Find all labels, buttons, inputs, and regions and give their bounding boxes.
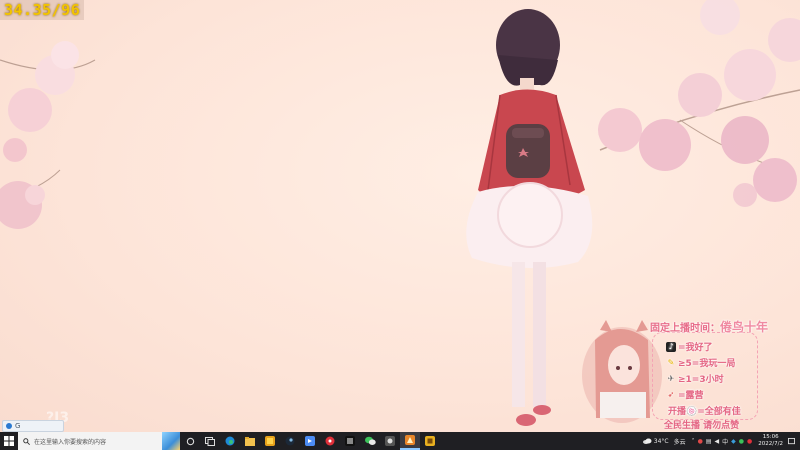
taskbar-app-button[interactable] xyxy=(300,432,320,450)
start-button[interactable] xyxy=(0,432,18,450)
system-tray: 34°C 多云 ˄ ● ▤ ◀ 中 ◆ ● ● 15:06 2022/7/2 xyxy=(642,432,800,450)
tray-app-icon[interactable]: ◆ xyxy=(731,438,736,445)
task-view-icon xyxy=(205,436,215,446)
fps-counter: 34.35/96 xyxy=(0,0,85,20)
taskbar-app-button[interactable] xyxy=(340,432,360,450)
clock-time: 15:06 xyxy=(762,434,779,440)
ime-indicator[interactable]: 中 xyxy=(722,437,728,446)
overlay-title-highlight: 倦鸟十年 xyxy=(720,320,769,334)
overlay-title: 固定上播时间：倦鸟十年 xyxy=(650,318,768,335)
overlay-line-text: =露营 xyxy=(678,391,704,401)
netease-music-icon xyxy=(325,436,335,446)
taskbar-app-button[interactable] xyxy=(380,432,400,450)
overlay-line-text: ≥5=我玩一局 xyxy=(678,359,736,369)
desktop: 34.35/96 ?J3 G 固定上播时间：倦鸟十年 ♪ =我好了 ✎ ≥5=我… xyxy=(0,0,800,432)
taskbar-app-button[interactable] xyxy=(260,432,280,450)
app-icon xyxy=(385,436,395,446)
weather-desc: 多云 xyxy=(673,438,686,446)
taskbar-app-button[interactable] xyxy=(360,432,380,450)
tiktok-icon: ♪ xyxy=(666,341,676,352)
taskbar-search-box[interactable]: 在这里输入你要搜索的内容 xyxy=(18,432,162,450)
notification-center-button[interactable] xyxy=(786,435,796,447)
file-explorer-icon xyxy=(245,436,255,446)
overlay-line: ✎ ≥5=我玩一局 xyxy=(666,356,736,369)
app-icon xyxy=(305,436,315,446)
network-icon[interactable]: ▤ xyxy=(706,438,712,445)
taskbar-app-button[interactable] xyxy=(200,432,220,450)
task-view-icon xyxy=(186,437,194,445)
overlay-title-prefix: 固定上播时间： xyxy=(650,323,720,334)
toast-text: G xyxy=(15,422,21,430)
weather-widget[interactable]: 34°C 多云 xyxy=(642,437,686,446)
overlay-line: ➶ =露营 xyxy=(666,388,704,401)
edge-icon xyxy=(225,436,235,446)
taskbar-app-button-active[interactable] xyxy=(400,432,420,450)
steam-icon xyxy=(265,436,275,446)
tray-app-icon[interactable]: ● xyxy=(747,438,752,445)
volume-icon[interactable]: ◀ xyxy=(715,438,720,445)
app-icon xyxy=(405,435,415,445)
microphone-icon[interactable]: ● xyxy=(698,438,703,445)
task-view-button[interactable] xyxy=(180,432,200,450)
rocket-icon: ➶ xyxy=(667,390,675,399)
overlay-gift-line: 开播🍥=全部有佳 xyxy=(668,407,741,417)
app-icon xyxy=(345,436,355,446)
taskbar-app-button[interactable] xyxy=(220,432,240,450)
taskbar-app-button[interactable] xyxy=(280,432,300,450)
steam-icon xyxy=(285,436,295,446)
weather-temp: 34°C xyxy=(653,437,669,445)
plane-icon: ✈ xyxy=(667,374,675,383)
overlay-line: ✈ ≥1=3小时 xyxy=(666,372,724,385)
taskbar-app-button[interactable] xyxy=(420,432,440,450)
taskbar: 在这里输入你要搜索的内容 34°C 多云 ˄ ● ▤ ◀ 中 ◆ ● ● 15:… xyxy=(0,432,800,450)
overlay-line-text: ≥1=3小时 xyxy=(678,375,724,385)
notification-icon xyxy=(787,437,795,444)
pencil-icon: ✎ xyxy=(667,358,675,367)
taskbar-clock[interactable]: 15:06 2022/7/2 xyxy=(758,434,783,448)
tray-app-icon[interactable]: ● xyxy=(739,438,744,445)
cloud-icon xyxy=(642,438,652,444)
tray-overflow-icon[interactable]: ˄ xyxy=(692,438,695,445)
app-icon xyxy=(425,436,435,446)
wechat-icon xyxy=(364,436,376,445)
search-icon xyxy=(23,437,30,445)
taskbar-app-button[interactable] xyxy=(320,432,340,450)
notification-toast[interactable]: G xyxy=(2,420,64,432)
windows-icon xyxy=(4,436,14,446)
stream-overlay: 固定上播时间：倦鸟十年 ♪ =我好了 ✎ ≥5=我玩一局 ✈ ≥1=3小时 ➶ … xyxy=(584,310,784,431)
overlay-footer: 全民生播 请勿点赞 xyxy=(664,421,740,431)
overlay-line: ♪ =我好了 xyxy=(666,340,713,353)
search-placeholder: 在这里输入你要搜索的内容 xyxy=(34,438,107,446)
overlay-line-text: =我好了 xyxy=(678,343,713,353)
app-icon xyxy=(6,423,12,429)
search-highlight-image[interactable] xyxy=(162,432,180,450)
taskbar-app-button[interactable] xyxy=(240,432,260,450)
clock-date: 2022/7/2 xyxy=(758,441,783,447)
